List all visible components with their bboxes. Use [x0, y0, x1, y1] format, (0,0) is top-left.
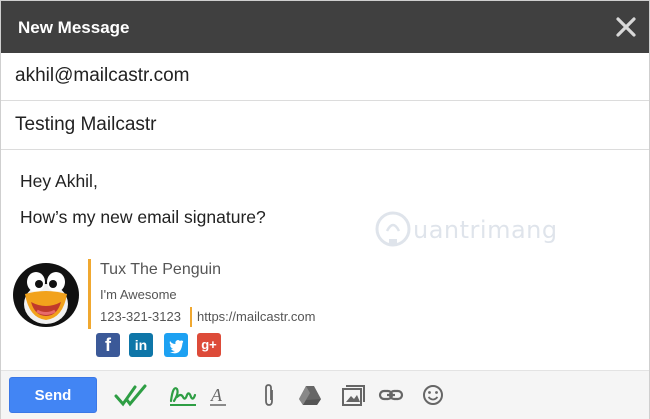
signature-separator	[190, 307, 192, 327]
attach-icon[interactable]	[257, 381, 281, 409]
google-plus-icon[interactable]: g+	[197, 333, 221, 357]
compose-window: New Message Hey Akhil, How’s my new emai…	[0, 0, 650, 419]
to-field	[1, 53, 649, 101]
formatting-icon[interactable]: A	[207, 381, 229, 409]
message-body[interactable]: Hey Akhil, How’s my new email signature?…	[1, 151, 649, 369]
window-title: New Message	[18, 18, 130, 37]
signature-icon[interactable]	[167, 381, 199, 409]
to-input[interactable]	[15, 61, 625, 91]
send-button[interactable]: Send	[9, 377, 97, 413]
signature-url[interactable]: https://mailcastr.com	[197, 309, 315, 324]
compose-toolbar: Send A	[1, 370, 649, 419]
watermark-bulb-icon	[375, 211, 411, 247]
linkedin-icon[interactable]: in	[129, 333, 153, 357]
link-icon[interactable]	[377, 381, 405, 409]
body-greeting: Hey Akhil,	[20, 171, 98, 191]
signature-divider	[88, 259, 91, 329]
body-message: How’s my new email signature?	[20, 207, 266, 227]
close-icon[interactable]	[614, 15, 638, 39]
drive-icon[interactable]	[297, 381, 323, 409]
title-bar: New Message	[1, 1, 649, 53]
signature-phone: 123-321-3123	[100, 309, 181, 324]
subject-field	[1, 102, 649, 150]
twitter-icon[interactable]	[164, 333, 188, 357]
signature-name: Tux The Penguin	[100, 261, 221, 278]
signature-tagline: I'm Awesome	[100, 287, 177, 302]
emoji-icon[interactable]	[419, 381, 447, 409]
photo-icon[interactable]	[339, 381, 365, 409]
facebook-icon[interactable]: f	[96, 333, 120, 357]
penguin-avatar	[13, 263, 79, 327]
mailcastr-track-icon[interactable]	[113, 381, 149, 409]
svg-text:A: A	[210, 385, 223, 405]
watermark: uantrimang	[373, 209, 583, 253]
subject-input[interactable]	[15, 110, 625, 140]
watermark-text: uantrimang	[413, 216, 558, 244]
